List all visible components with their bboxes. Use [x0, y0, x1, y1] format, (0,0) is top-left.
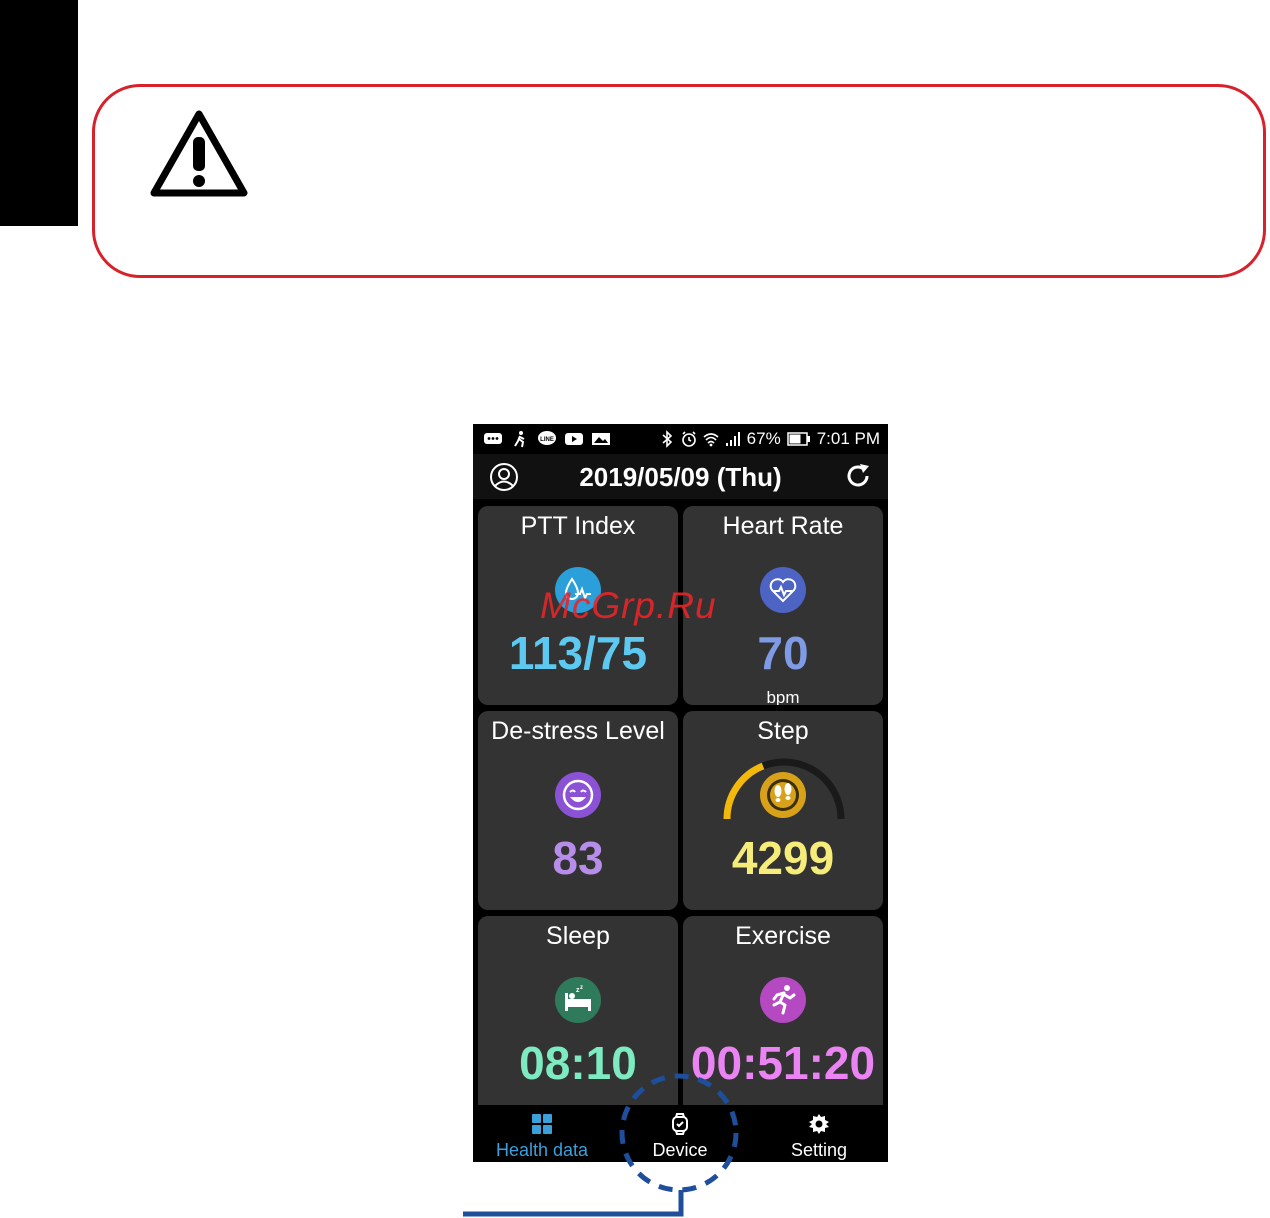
- watch-icon: [672, 1113, 688, 1135]
- app-bar: 2019/05/09 (Thu): [473, 454, 888, 499]
- gear-icon: [809, 1114, 829, 1134]
- nav-label: Device: [652, 1140, 708, 1160]
- warning-box: [92, 84, 1266, 278]
- bluetooth-icon: [662, 430, 672, 448]
- heart-pulse-icon: [760, 567, 806, 613]
- step-value: 4299: [731, 832, 835, 884]
- status-bar: LINE 67% 7:01 PM: [473, 424, 888, 454]
- card-title: Heart Rate: [722, 512, 844, 540]
- exercise-value: 00:51:20: [690, 1037, 876, 1089]
- runner-icon: [760, 977, 806, 1023]
- refresh-icon[interactable]: [844, 462, 872, 490]
- grid-icon: [532, 1114, 552, 1134]
- nav-device[interactable]: Device: [611, 1105, 749, 1162]
- step-card[interactable]: Step 4299: [683, 711, 883, 910]
- destress-card[interactable]: De-stress Level 83: [478, 711, 678, 910]
- bed-icon: z z: [555, 977, 601, 1023]
- battery-percent: 67%: [746, 429, 781, 448]
- sleep-card[interactable]: Sleep z z 08:10: [478, 916, 678, 1115]
- watermark: McGrp.Ru: [540, 585, 717, 626]
- nav-label: Setting: [790, 1140, 848, 1160]
- warning-icon: [150, 110, 248, 197]
- card-title: PTT Index: [520, 512, 636, 540]
- date-title: 2019/05/09 (Thu): [579, 462, 782, 492]
- card-title: Exercise: [735, 922, 831, 950]
- svg-text:LINE: LINE: [540, 437, 554, 443]
- heart-rate-value: 70: [757, 627, 809, 679]
- youtube-icon: [565, 433, 583, 445]
- battery-icon: [786, 432, 810, 446]
- alarm-icon: [681, 431, 696, 447]
- card-title: Step: [757, 717, 809, 745]
- callout-line: [463, 1190, 684, 1217]
- svg-text:z: z: [580, 985, 583, 991]
- card-title: De-stress Level: [491, 717, 665, 745]
- nav-setting[interactable]: Setting: [750, 1105, 888, 1162]
- sleep-value: 08:10: [519, 1037, 637, 1089]
- gallery-icon: [592, 433, 610, 445]
- destress-value: 83: [552, 832, 604, 884]
- clock: 7:01 PM: [816, 429, 880, 448]
- chat-icon: [484, 433, 502, 444]
- line-icon: LINE: [538, 431, 556, 445]
- smile-icon: [555, 772, 601, 818]
- phone-screen: LINE 67% 7:01 PM 2019/05/09 (Thu) PTT In…: [473, 424, 888, 1162]
- step-progress-arc: [723, 762, 765, 820]
- signal-icon: [725, 432, 740, 446]
- ptt-index-value: 113/75: [508, 627, 648, 679]
- walk-icon: [514, 431, 525, 448]
- heart-rate-unit: bpm: [766, 688, 800, 705]
- side-tab-marker: [0, 0, 78, 226]
- nav-health-data[interactable]: Health data: [473, 1105, 611, 1162]
- exercise-card[interactable]: Exercise 00:51:20: [683, 916, 883, 1115]
- nav-label: Health data: [495, 1140, 589, 1160]
- footsteps-icon: [760, 772, 806, 818]
- wifi-icon: [703, 433, 719, 447]
- card-title: Sleep: [546, 922, 610, 950]
- bottom-nav: Health data Device Setting: [473, 1105, 888, 1162]
